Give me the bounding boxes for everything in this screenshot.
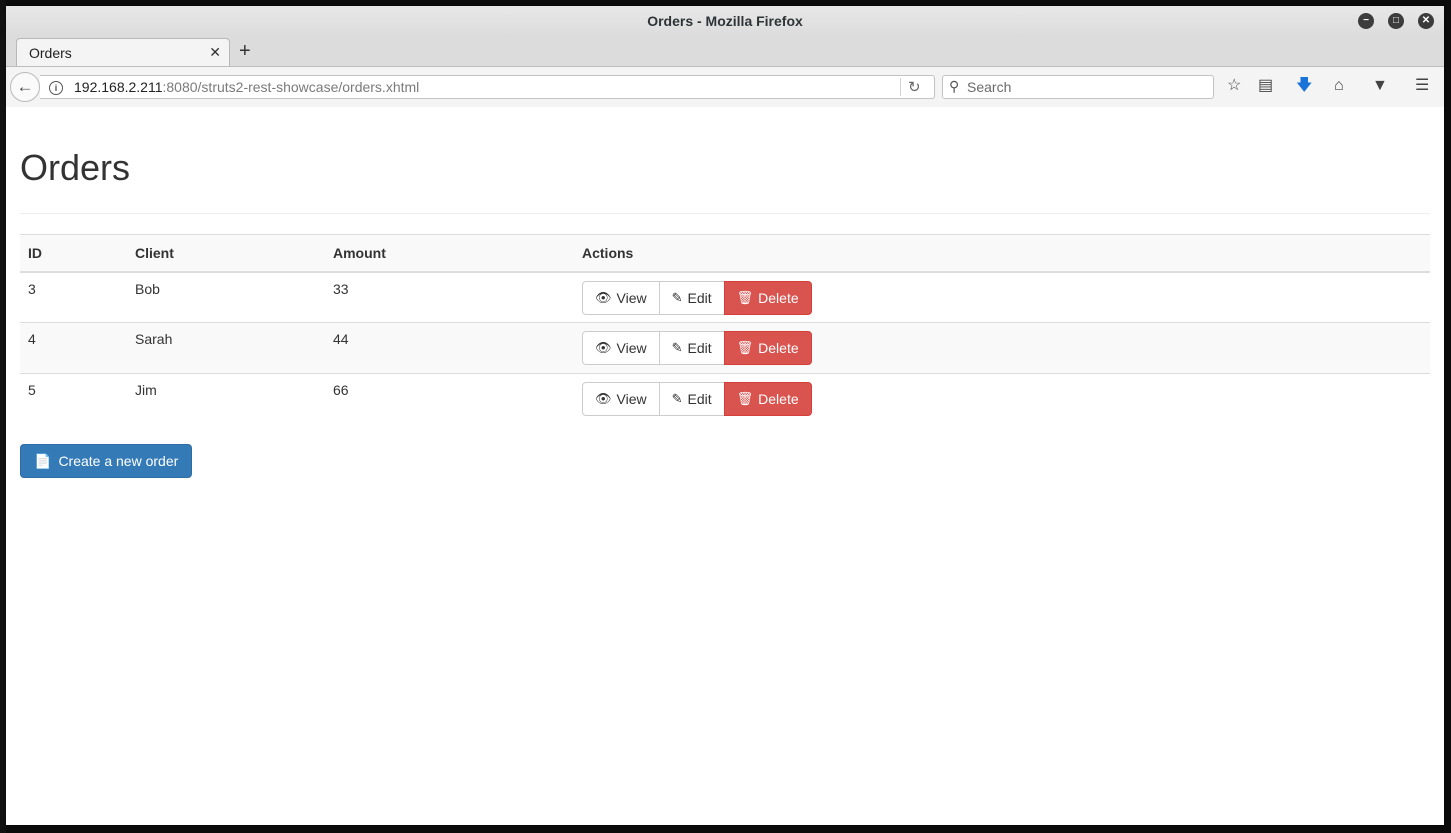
edit-label: Edit xyxy=(687,340,712,356)
table-row: 5 Jim 66 👁 View ✎ Edit 🗑 Delete xyxy=(20,373,1430,425)
edit-button[interactable]: ✎ Edit xyxy=(658,382,725,416)
page-title: Orders xyxy=(20,147,131,188)
header-actions: Actions xyxy=(574,234,1430,273)
action-button-group: 👁 View ✎ Edit 🗑 Delete xyxy=(582,331,812,365)
delete-button[interactable]: 🗑 Delete xyxy=(723,331,812,365)
cell-client: Sarah xyxy=(127,322,325,374)
navigation-toolbar: ← i 192.168.2.211:8080/struts2-rest-show… xyxy=(6,67,1444,108)
titlebar: Orders - Mozilla Firefox − □ ✕ xyxy=(6,6,1444,36)
url-text: 192.168.2.211:8080/struts2-rest-showcase… xyxy=(74,79,419,95)
maximize-button[interactable]: □ xyxy=(1388,13,1404,29)
reload-icon[interactable]: ↻ xyxy=(908,78,921,96)
bookmark-star-icon[interactable]: ☆ xyxy=(1227,76,1241,96)
view-label: View xyxy=(616,391,647,407)
minimize-button[interactable]: − xyxy=(1358,13,1374,29)
header-amount: Amount xyxy=(325,234,574,273)
cell-amount: 33 xyxy=(325,271,574,323)
background-terminal-bottom xyxy=(6,824,1451,833)
cell-amount: 66 xyxy=(325,373,574,425)
edit-icon: ✎ xyxy=(671,340,683,355)
delete-label: Delete xyxy=(758,289,799,306)
cell-id: 5 xyxy=(20,373,127,425)
cell-actions: 👁 View ✎ Edit 🗑 Delete xyxy=(574,373,1430,425)
create-order-label: Create a new order xyxy=(58,453,179,469)
window-controls: − □ ✕ xyxy=(1358,13,1434,29)
table-row: 4 Sarah 44 👁 View ✎ Edit 🗑 Delete xyxy=(20,322,1430,374)
url-path: :8080/struts2-rest-showcase/orders.xhtml xyxy=(162,79,420,95)
cell-client: Bob xyxy=(127,271,325,323)
trash-icon: 🗑 xyxy=(736,340,754,355)
cell-actions: 👁 View ✎ Edit 🗑 Delete xyxy=(574,271,1430,323)
pocket-icon[interactable]: ▼ xyxy=(1372,76,1388,96)
search-icon: ⚲ xyxy=(949,78,960,94)
view-button[interactable]: 👁 View xyxy=(582,280,660,315)
action-button-group: 👁 View ✎ Edit 🗑 Delete xyxy=(582,280,812,315)
info-icon[interactable]: i xyxy=(49,81,63,95)
trash-icon: 🗑 xyxy=(736,391,754,406)
edit-icon: ✎ xyxy=(671,289,683,305)
view-button[interactable]: 👁 View xyxy=(582,382,660,416)
edit-label: Edit xyxy=(687,289,712,306)
window-title: Orders - Mozilla Firefox xyxy=(647,13,803,29)
tab-bar: Orders ✕ + xyxy=(6,36,1444,67)
browser-window: Orders - Mozilla Firefox − □ ✕ Orders ✕ … xyxy=(6,6,1444,825)
url-separator xyxy=(900,78,901,96)
orders-table: ID Client Amount Actions 3 Bob 33 👁 View … xyxy=(20,234,1430,425)
delete-button[interactable]: 🗑 Delete xyxy=(723,280,812,315)
table-header-row: ID Client Amount Actions xyxy=(20,234,1430,273)
view-label: View xyxy=(616,340,647,356)
view-button[interactable]: 👁 View xyxy=(582,331,660,365)
action-button-group: 👁 View ✎ Edit 🗑 Delete xyxy=(582,382,812,416)
cell-actions: 👁 View ✎ Edit 🗑 Delete xyxy=(574,322,1430,374)
edit-button[interactable]: ✎ Edit xyxy=(658,331,725,365)
tab-orders[interactable]: Orders ✕ xyxy=(16,38,230,66)
home-icon[interactable]: ⌂ xyxy=(1334,76,1344,96)
search-placeholder: Search xyxy=(967,79,1012,95)
cell-amount: 44 xyxy=(325,322,574,374)
url-host: 192.168.2.211 xyxy=(74,79,163,95)
back-button[interactable]: ← xyxy=(10,72,40,102)
download-icon[interactable]: 🡇 xyxy=(1296,76,1312,96)
table-row: 3 Bob 33 👁 View ✎ Edit 🗑 Delete xyxy=(20,271,1430,323)
menu-icon[interactable]: ☰ xyxy=(1415,76,1429,96)
search-input[interactable]: ⚲ Search xyxy=(942,75,1214,99)
cell-id: 4 xyxy=(20,322,127,374)
edit-label: Edit xyxy=(687,391,712,407)
edit-button[interactable]: ✎ Edit xyxy=(658,280,725,315)
header-id: ID xyxy=(20,234,127,273)
eye-icon: 👁 xyxy=(595,289,612,305)
cell-id: 3 xyxy=(20,271,127,323)
delete-label: Delete xyxy=(758,391,799,407)
eye-icon: 👁 xyxy=(595,391,612,406)
reading-list-icon[interactable]: ▤ xyxy=(1258,76,1273,96)
header-client: Client xyxy=(127,234,325,273)
page-content: Orders ID Client Amount Actions 3 Bob 33 xyxy=(6,107,1444,825)
create-order-button[interactable]: 📄 Create a new order xyxy=(20,444,193,478)
tab-label: Orders xyxy=(29,45,72,61)
eye-icon: 👁 xyxy=(595,340,612,355)
tab-close-icon[interactable]: ✕ xyxy=(209,44,221,61)
delete-label: Delete xyxy=(758,340,799,356)
title-divider xyxy=(20,213,1430,214)
new-tab-button[interactable]: + xyxy=(239,38,251,64)
edit-icon: ✎ xyxy=(671,391,683,406)
view-label: View xyxy=(616,289,647,306)
url-bar[interactable]: i 192.168.2.211:8080/struts2-rest-showca… xyxy=(40,75,935,99)
close-window-button[interactable]: ✕ xyxy=(1418,13,1434,29)
delete-button[interactable]: 🗑 Delete xyxy=(723,382,812,416)
file-icon: 📄 xyxy=(34,452,52,469)
trash-icon: 🗑 xyxy=(736,289,754,305)
cell-client: Jim xyxy=(127,373,325,425)
back-arrow-icon: ← xyxy=(16,77,34,96)
